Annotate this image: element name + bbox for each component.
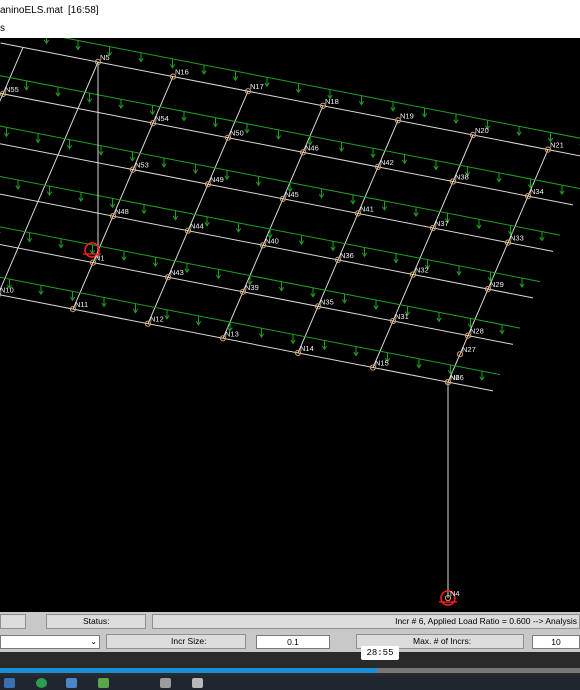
node-label: N12: [150, 315, 164, 324]
frame-beam-line: [222, 105, 324, 339]
status-box-left: [0, 614, 26, 629]
node-label: N18: [325, 97, 339, 106]
analysis-dropdown[interactable]: ⌄: [0, 635, 100, 649]
node-label: N19: [400, 111, 414, 120]
menu-bar: s: [0, 22, 580, 38]
load-line: [62, 38, 580, 139]
node-label: N5: [100, 53, 110, 62]
node-label: N46: [305, 143, 319, 152]
node-label: N15: [375, 359, 389, 368]
node-label: N39: [245, 283, 259, 292]
node-label: N41: [360, 204, 374, 213]
node-label: N29: [490, 280, 504, 289]
node-label: N1: [95, 254, 105, 263]
max-incrs-label: Max. # of Incrs:: [413, 636, 472, 646]
node-label: N50: [230, 129, 244, 138]
title-bar: aninoELS.mat [16:58]: [0, 0, 580, 22]
status-message: Incr # 6, Applied Load Ratio = 0.600 -->…: [395, 616, 577, 626]
node-label: N42: [380, 158, 394, 167]
frame-beam-line: [0, 92, 574, 206]
node-label: N13: [225, 329, 239, 338]
load-line: [0, 75, 580, 190]
menu-item[interactable]: s: [0, 23, 5, 34]
frame-beam-line: [147, 91, 249, 324]
node-label: N14: [300, 344, 314, 353]
node-label: N4: [450, 589, 460, 598]
node-label: N33: [510, 234, 524, 243]
node-label: N53: [135, 161, 149, 170]
node-label: N54: [155, 114, 169, 123]
app-icon[interactable]: [160, 678, 171, 688]
node-label: N31: [395, 312, 409, 321]
node-label: N20: [475, 126, 489, 135]
status-label: Status:: [83, 616, 110, 626]
incr-size-label-box: Incr Size:: [106, 634, 246, 649]
node-label: N49: [210, 175, 224, 184]
incr-size-input[interactable]: 0.1: [256, 635, 330, 649]
node-label: N32: [415, 266, 429, 275]
paint-icon[interactable]: [98, 678, 109, 688]
status-bar: Status: Incr # 6, Applied Load Ratio = 0…: [0, 612, 580, 632]
node-label: N36: [340, 251, 354, 260]
frame-beam-line: [297, 120, 399, 354]
node-label: N40: [265, 236, 279, 245]
node-label: N10: [0, 286, 14, 295]
status-label-box: Status:: [46, 614, 146, 629]
node-label: N28: [470, 327, 484, 336]
start-icon[interactable]: [4, 678, 15, 688]
node-label: N6: [450, 373, 460, 382]
taskbar: [0, 676, 580, 690]
frame-beam-line: [372, 134, 474, 368]
max-incrs-input[interactable]: 10: [532, 635, 580, 649]
load-line: [0, 175, 541, 283]
chevron-down-icon: ⌄: [90, 637, 97, 646]
file-explorer-icon[interactable]: [66, 678, 77, 688]
node-label: N16: [175, 68, 189, 77]
window-filename: aninoELS.mat: [0, 5, 63, 16]
seek-time-tooltip: 28:55: [361, 646, 399, 660]
node-label: N17: [250, 82, 264, 91]
frame-beam-line: [0, 42, 580, 157]
analysis-controls: ⌄ Incr Size: 0.1 Max. # of Incrs: 10: [0, 632, 580, 652]
incr-size-label: Incr Size:: [171, 636, 207, 646]
node-label: N35: [320, 297, 334, 306]
model-viewport[interactable]: N5 N16 N17 N18 N19 N20 N21 N55 N54 N50 N46 N42 N38 N3…: [0, 38, 580, 612]
status-message-box: Incr # 6, Applied Load Ratio = 0.600 -->…: [152, 614, 580, 629]
frame-beam-line: [0, 143, 554, 252]
node-label: N38: [455, 173, 469, 182]
chrome-icon[interactable]: [36, 678, 47, 688]
node-label: N11: [75, 300, 88, 309]
node-label: N45: [285, 190, 299, 199]
node-label: N44: [190, 222, 204, 231]
seek-progress: [0, 668, 377, 673]
calculator-icon[interactable]: [192, 678, 203, 688]
node-label: N21: [550, 141, 564, 150]
node-label: N34: [530, 187, 544, 196]
window-clock: [16:58]: [68, 5, 99, 16]
frame-beam-line: [0, 61, 99, 292]
node-label: N55: [5, 85, 19, 94]
structure-model: N5 N16 N17 N18 N19 N20 N21 N55 N54 N50 N46 N42 N38 N3…: [0, 38, 580, 606]
node-label: N43: [170, 268, 184, 277]
node-label: N27: [462, 345, 476, 354]
frame-beam-line: [72, 76, 174, 310]
node-label: N37: [435, 219, 449, 228]
video-player-bar[interactable]: 28:55: [0, 646, 580, 676]
node-label: N48: [115, 207, 129, 216]
